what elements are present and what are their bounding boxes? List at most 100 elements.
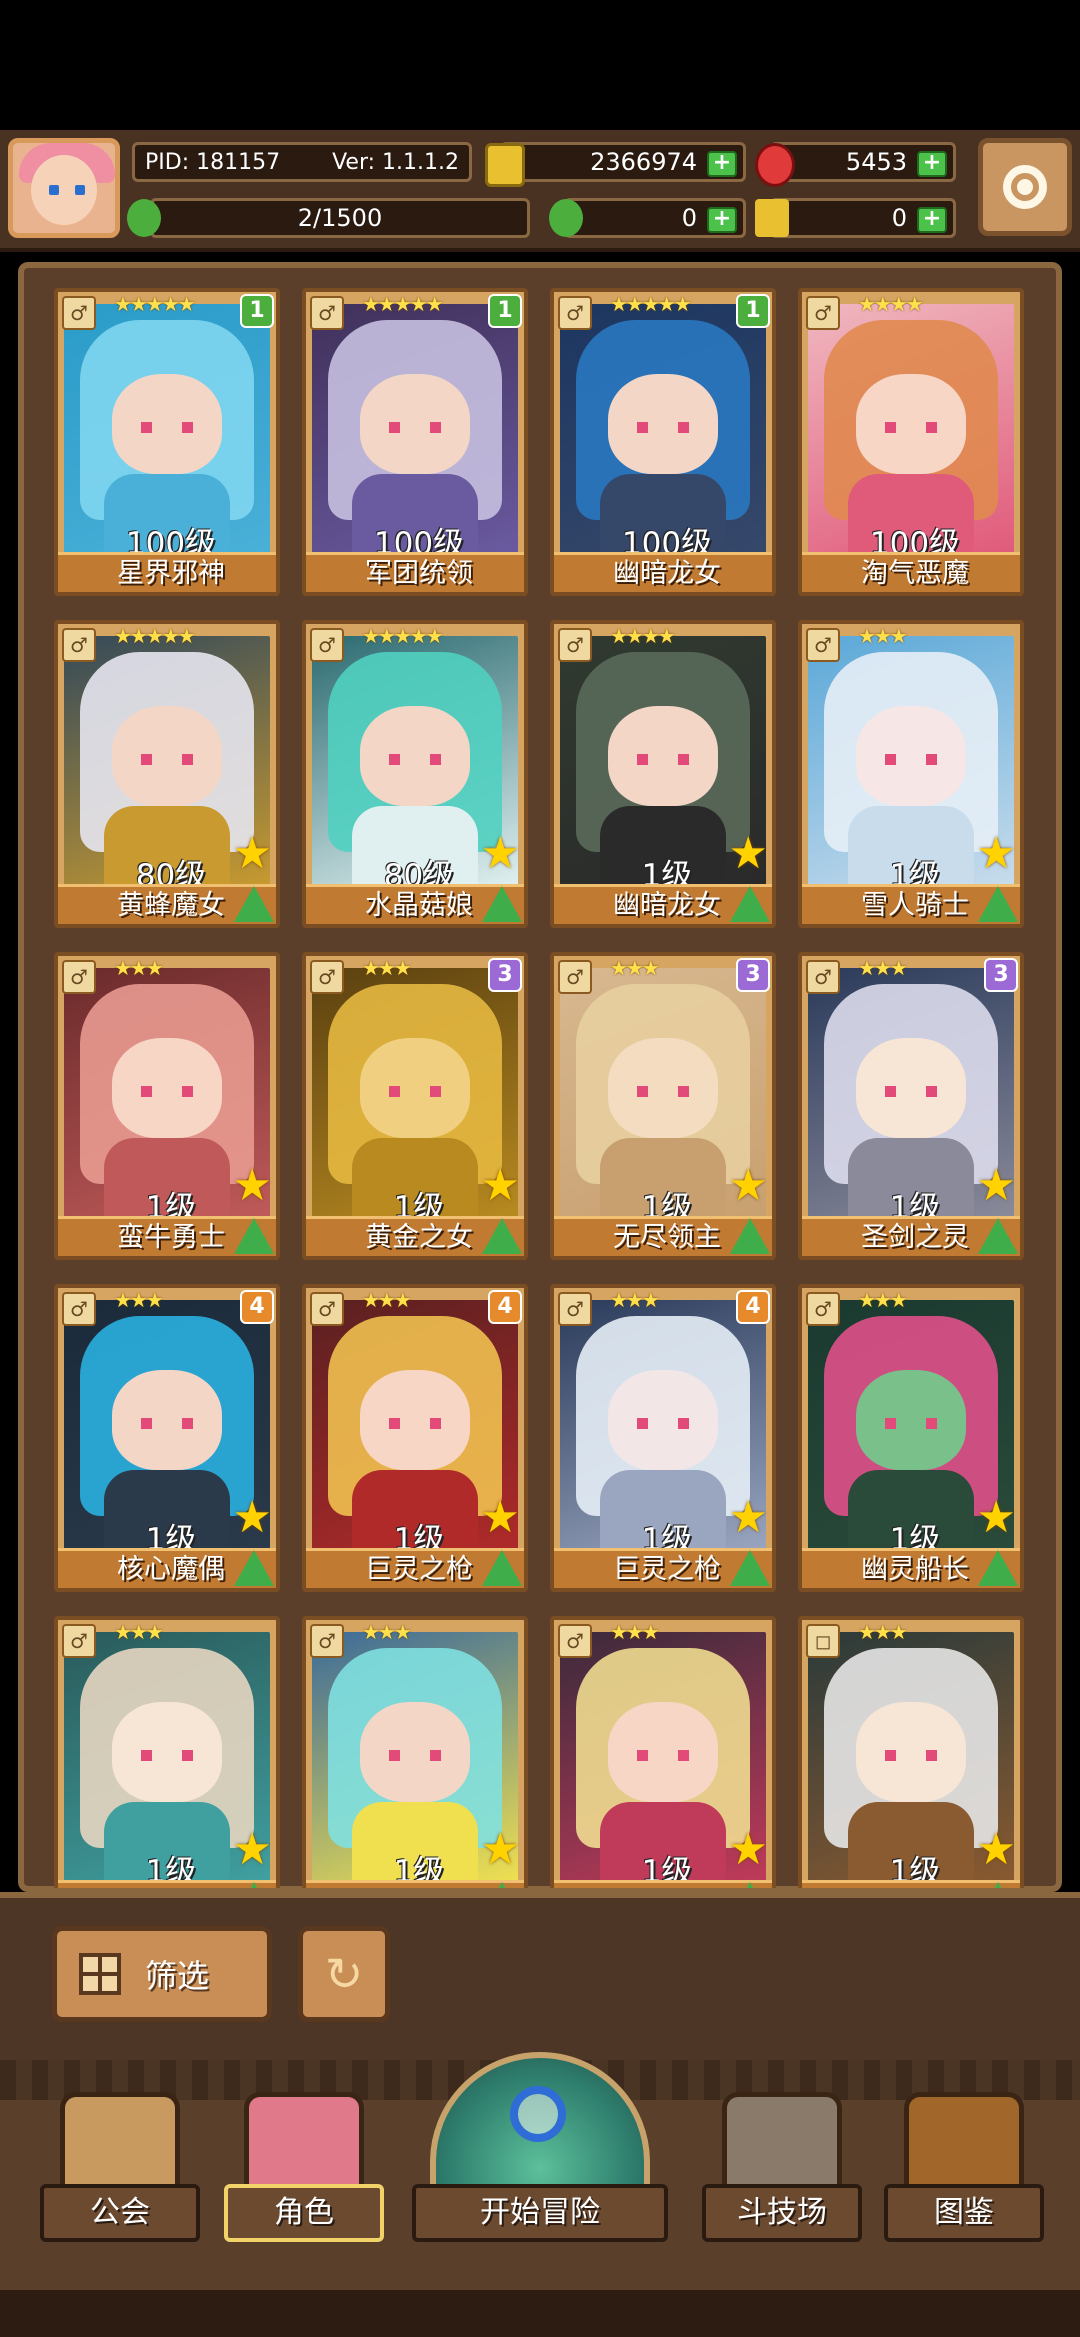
level-up-arrow-icon <box>730 1550 770 1586</box>
character-card[interactable]: ♂ ★★★★★ 1 100级 幽暗龙女 <box>550 288 776 596</box>
add-gold-button[interactable]: + <box>707 151 737 177</box>
nav-start-adventure[interactable]: 开始冒险 <box>412 2052 668 2242</box>
key-value: 0 <box>891 204 907 232</box>
character-card[interactable]: ◻ ★★★ 1级 ★ <box>798 1616 1024 1888</box>
player-avatar[interactable] <box>8 138 120 238</box>
gender-tag-icon: ♂ <box>558 296 592 330</box>
level-up-arrow-icon <box>730 1882 770 1888</box>
character-card[interactable]: ♂ ★★★ 4 1级 核心魔偶 ★ <box>54 1284 280 1592</box>
level-up-arrow-icon <box>482 1218 522 1254</box>
rarity-stars: ★★★ <box>858 1620 908 1644</box>
rarity-stars: ★★★ <box>114 1288 164 1312</box>
star-upgrade-icon: ★ <box>232 1824 272 1875</box>
nav-character[interactable]: 角色 <box>224 2092 384 2242</box>
gender-tag-icon: ♂ <box>62 296 96 330</box>
rarity-stars: ★★★ <box>610 956 660 980</box>
level-up-arrow-icon <box>730 886 770 922</box>
character-card[interactable]: ♂ ★★★ 1级 雪人骑士 ★ <box>798 620 1024 928</box>
gold-value: 2366974 <box>590 148 697 176</box>
add-clover-button[interactable]: + <box>707 207 737 233</box>
rank-badge: 4 <box>488 1290 522 1324</box>
character-card[interactable]: ♂ ★★★ 3 1级 黄金之女 ★ <box>302 952 528 1260</box>
level-up-arrow-icon <box>730 1218 770 1254</box>
character-card[interactable]: ♂ ★★★★★ 80级 水晶菇娘 ★ <box>302 620 528 928</box>
character-card[interactable]: ♂ ★★★ 1级 蛮牛勇士 ★ <box>54 952 280 1260</box>
rank-badge: 1 <box>736 294 770 328</box>
character-portrait <box>808 304 1014 554</box>
character-card[interactable]: ♂ ★★★ 1级 ★ <box>54 1616 280 1888</box>
nav-character-label: 角色 <box>224 2184 384 2242</box>
ruby-gem-icon <box>755 143 795 187</box>
filter-button[interactable]: 筛选 <box>52 1926 272 2022</box>
player-info-bar: PID: 181157 Ver: 1.1.1.2 <box>132 142 472 182</box>
rarity-stars: ★★★ <box>610 1620 660 1644</box>
gender-tag-icon: ♂ <box>806 960 840 994</box>
clover-counter: 0 + <box>549 198 746 238</box>
level-up-arrow-icon <box>978 1550 1018 1586</box>
rank-badge: 3 <box>984 958 1018 992</box>
level-up-arrow-icon <box>234 1218 274 1254</box>
gender-tag-icon: ♂ <box>310 1624 344 1658</box>
character-card[interactable]: ♂ ★★★★★ 1 100级 星界邪神 <box>54 288 280 596</box>
rarity-stars: ★★★★★ <box>362 292 444 316</box>
nav-codex-label: 图鉴 <box>884 2184 1044 2242</box>
rank-badge: 3 <box>488 958 522 992</box>
character-portrait <box>312 304 518 554</box>
rarity-stars: ★★★ <box>114 1620 164 1644</box>
star-upgrade-icon: ★ <box>232 1492 272 1543</box>
character-name: 星界邪神 <box>117 558 225 589</box>
character-card[interactable]: ♂ ★★★ 1级 幽灵船长 ★ <box>798 1284 1024 1592</box>
add-gem-button[interactable]: + <box>917 151 947 177</box>
character-card[interactable]: ♂ ★★★★ 100级 淘气恶魔 <box>798 288 1024 596</box>
lucky-clover-icon <box>549 199 583 237</box>
character-name: 军团统领 <box>365 558 473 589</box>
gender-tag-icon: ♂ <box>62 1624 96 1658</box>
character-card[interactable]: ♂ ★★★ 1级 ★ <box>302 1616 528 1888</box>
nav-adventure-label: 开始冒险 <box>412 2184 668 2242</box>
star-upgrade-icon: ★ <box>728 1160 768 1211</box>
character-grid: ♂ ★★★★★ 1 100级 星界邪神 ♂ ★★★★★ 1 100级 军团统领 … <box>18 268 1062 1888</box>
rank-badge: 3 <box>736 958 770 992</box>
gender-tag-icon: ♂ <box>62 960 96 994</box>
star-upgrade-icon: ★ <box>728 1492 768 1543</box>
level-up-arrow-icon <box>482 1882 522 1888</box>
resource-hud: PID: 181157 Ver: 1.1.1.2 2366974 + 5453 … <box>0 130 1080 252</box>
filter-label: 筛选 <box>145 1957 210 1995</box>
nav-codex[interactable]: 图鉴 <box>884 2092 1044 2242</box>
add-key-button[interactable]: + <box>917 207 947 233</box>
nav-arena[interactable]: 斗技场 <box>702 2092 862 2242</box>
character-card[interactable]: ♂ ★★★★★ 80级 黄蜂魔女 ★ <box>54 620 280 928</box>
rarity-stars: ★★★★★ <box>610 292 692 316</box>
gender-tag-icon: ♂ <box>310 296 344 330</box>
gender-tag-icon: ♂ <box>806 628 840 662</box>
character-card[interactable]: ♂ ★★★★★ 1 100级 军团统领 <box>302 288 528 596</box>
character-card[interactable]: ♂ ★★★ 3 1级 圣剑之灵 ★ <box>798 952 1024 1260</box>
settings-button[interactable] <box>978 138 1072 236</box>
star-upgrade-icon: ★ <box>976 1160 1016 1211</box>
rarity-stars: ★★★ <box>362 1288 412 1312</box>
character-card[interactable]: ♂ ★★★ 4 1级 巨灵之枪 ★ <box>550 1284 776 1592</box>
character-card[interactable]: ♂ ★★★ 3 1级 无尽领主 ★ <box>550 952 776 1260</box>
character-portrait <box>64 304 270 554</box>
character-card[interactable]: ♂ ★★★★ 1级 幽暗龙女 ★ <box>550 620 776 928</box>
level-up-arrow-icon <box>234 886 274 922</box>
magnifier-icon <box>510 2086 566 2142</box>
rarity-stars: ★★★★★ <box>114 624 196 648</box>
level-up-arrow-icon <box>234 1550 274 1586</box>
rarity-stars: ★★★ <box>362 956 412 980</box>
character-card[interactable]: ♂ ★★★ 1级 ★ <box>550 1616 776 1888</box>
nav-guild[interactable]: 公会 <box>40 2092 200 2242</box>
rank-badge: 4 <box>240 1290 274 1324</box>
refresh-icon: ↻ <box>324 1947 364 2001</box>
rank-badge: 1 <box>488 294 522 328</box>
gold-coin-icon <box>485 143 525 187</box>
gender-tag-icon: ♂ <box>310 1292 344 1326</box>
rank-badge: 1 <box>240 294 274 328</box>
gender-tag-icon: ♂ <box>558 960 592 994</box>
character-card[interactable]: ♂ ★★★ 4 1级 巨灵之枪 ★ <box>302 1284 528 1592</box>
gender-tag-icon: ♂ <box>62 628 96 662</box>
refresh-button[interactable]: ↻ <box>298 1926 390 2022</box>
character-portrait <box>560 304 766 554</box>
star-upgrade-icon: ★ <box>232 828 272 879</box>
gear-icon <box>1003 165 1047 209</box>
